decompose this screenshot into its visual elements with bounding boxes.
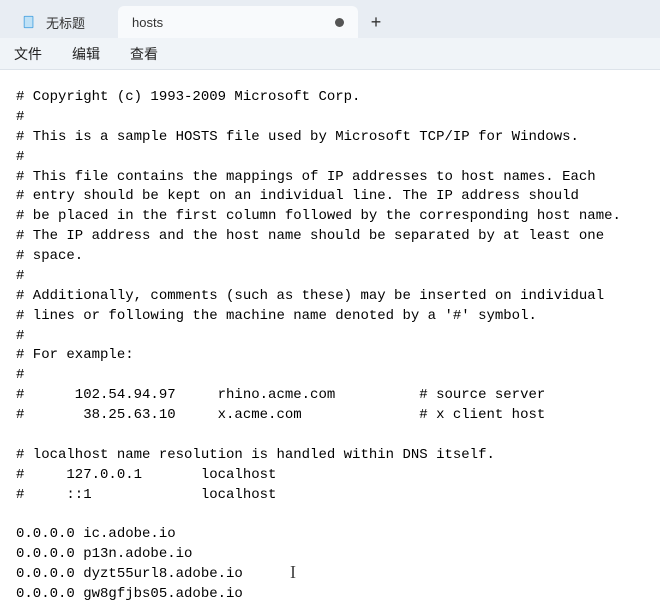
tab-untitled[interactable]: 无标题 xyxy=(8,6,118,38)
tab-hosts[interactable]: hosts xyxy=(118,6,358,38)
text-cursor-icon: I xyxy=(290,560,296,586)
tab-right-controls xyxy=(335,18,344,27)
menu-bar: 文件 编辑 查看 xyxy=(0,38,660,70)
tab-title: hosts xyxy=(132,15,163,30)
menu-view[interactable]: 查看 xyxy=(126,40,162,68)
new-tab-button[interactable]: + xyxy=(358,6,394,38)
modified-indicator-icon xyxy=(335,18,344,27)
tab-title: 无标题 xyxy=(46,13,85,32)
file-icon xyxy=(22,15,36,29)
menu-file[interactable]: 文件 xyxy=(10,40,46,68)
plus-icon: + xyxy=(371,12,382,33)
tab-bar: 无标题 hosts + xyxy=(0,0,660,38)
text-editor[interactable]: # Copyright (c) 1993-2009 Microsoft Corp… xyxy=(0,70,660,602)
editor-content: # Copyright (c) 1993-2009 Microsoft Corp… xyxy=(16,89,621,602)
menu-edit[interactable]: 编辑 xyxy=(68,40,104,68)
